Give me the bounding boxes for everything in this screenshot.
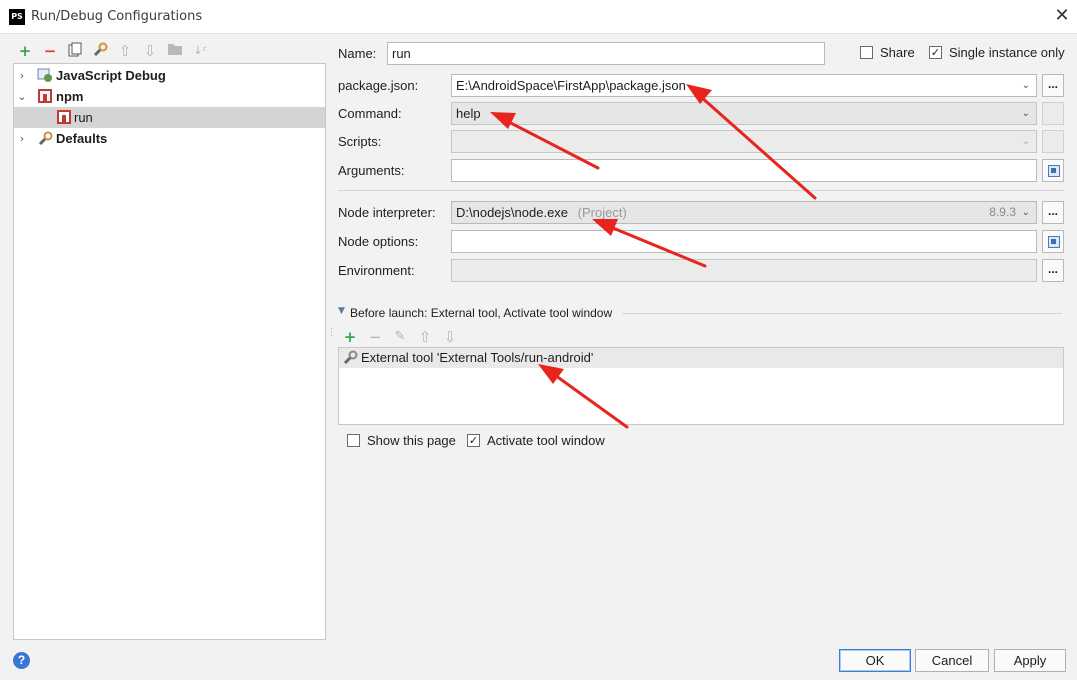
annotation-arrowhead xyxy=(686,84,712,104)
annotation-arrow xyxy=(503,118,600,170)
annotation-arrowhead xyxy=(592,219,618,236)
annotation-arrow xyxy=(606,224,707,268)
annotation-arrowhead xyxy=(538,364,564,384)
annotation-arrowhead xyxy=(490,112,516,129)
annotation-arrow xyxy=(550,371,629,429)
annotation-arrows xyxy=(490,84,817,429)
annotation-arrow xyxy=(698,94,817,200)
